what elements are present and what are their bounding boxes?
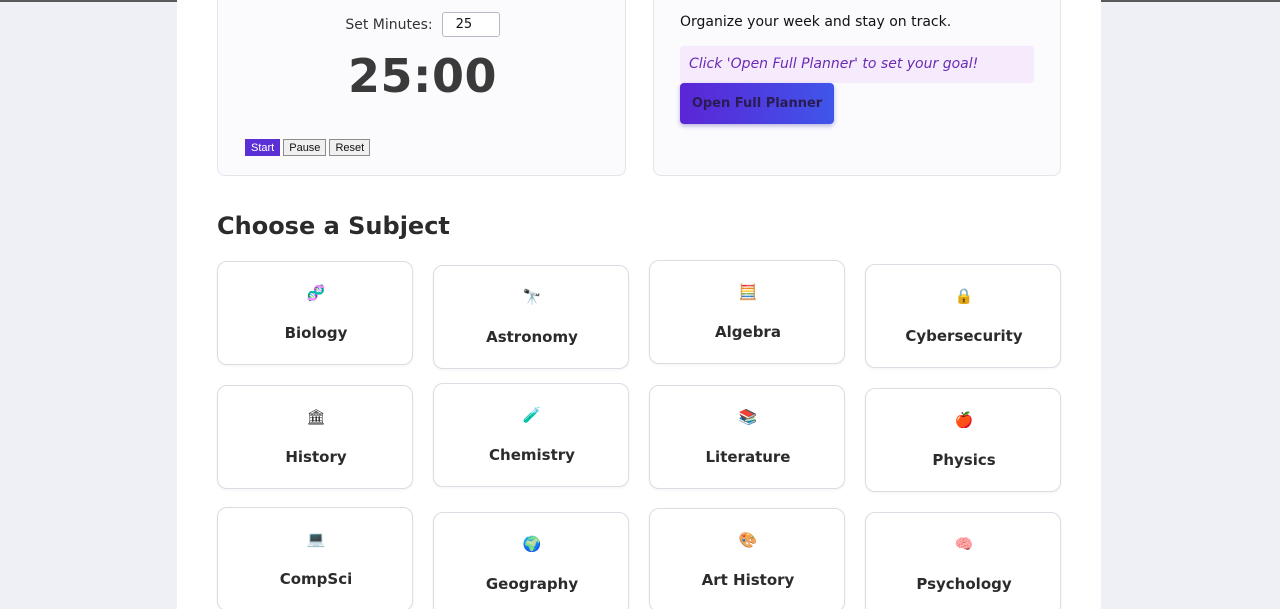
subject-card-history[interactable]: 🏛 History: [217, 385, 413, 489]
subject-name: Cybersecurity: [905, 327, 1023, 345]
subject-name: History: [285, 448, 347, 466]
palette-icon: 🎨: [738, 531, 758, 549]
subject-card-biology[interactable]: 🧬 Biology: [217, 261, 413, 365]
subject-card-cybersecurity[interactable]: 🔒 Cybersecurity: [865, 264, 1061, 368]
test-tube-icon: 🧪: [522, 406, 542, 424]
laptop-icon: 💻: [306, 530, 326, 548]
classical-building-icon: 🏛: [306, 408, 326, 426]
subject-card-literature[interactable]: 📚 Literature: [649, 385, 845, 489]
subject-card-psychology[interactable]: 🧠 Psychology: [865, 512, 1061, 609]
pause-button[interactable]: Pause: [283, 139, 327, 156]
minutes-input[interactable]: [441, 12, 500, 37]
subject-name: Biology: [284, 324, 348, 342]
subject-card-geography[interactable]: 🌍 Geography: [433, 512, 629, 609]
brain-icon: 🧠: [954, 535, 974, 553]
subject-card-chemistry[interactable]: 🧪 Chemistry: [433, 383, 629, 487]
globe-icon: 🌍: [522, 535, 542, 553]
open-full-planner-button[interactable]: Open Full Planner: [680, 83, 834, 124]
planner-description: Organize your week and stay on track.: [680, 14, 952, 30]
subject-name: Literature: [705, 448, 791, 466]
planner-card: Organize your week and stay on track. Cl…: [653, 0, 1061, 176]
lock-icon: 🔒: [954, 287, 974, 305]
subject-name: Art History: [701, 571, 795, 589]
set-minutes-row: Set Minutes:: [218, 12, 627, 37]
abacus-icon: 🧮: [738, 283, 758, 301]
subject-name: Geography: [485, 575, 579, 593]
start-button[interactable]: Start: [245, 139, 281, 156]
subject-name: Algebra: [715, 323, 781, 341]
set-minutes-label: Set Minutes:: [345, 16, 433, 33]
subject-card-physics[interactable]: 🍎 Physics: [865, 388, 1061, 492]
timer-controls: Start Pause Reset: [245, 139, 371, 156]
books-icon: 📚: [738, 408, 758, 426]
pomodoro-timer-card: Set Minutes: 25:00 Start Pause Reset: [217, 0, 626, 176]
subject-name: Chemistry: [489, 446, 575, 464]
subject-card-astronomy[interactable]: 🔭 Astronomy: [433, 265, 629, 369]
subject-card-algebra[interactable]: 🧮 Algebra: [649, 260, 845, 364]
main-content: Set Minutes: 25:00 Start Pause Reset Org…: [177, 0, 1101, 609]
subject-name: Physics: [932, 451, 996, 469]
timer-display: 25:00: [348, 49, 497, 103]
subject-card-art-history[interactable]: 🎨 Art History: [649, 508, 845, 609]
subject-name: Psychology: [916, 575, 1012, 593]
subject-name: Astronomy: [486, 328, 578, 346]
reset-button[interactable]: Reset: [329, 139, 371, 156]
subject-card-compsci[interactable]: 💻 CompSci: [217, 507, 413, 609]
subject-name: CompSci: [279, 570, 353, 588]
telescope-icon: 🔭: [522, 288, 542, 306]
apple-icon: 🍎: [954, 411, 974, 429]
planner-goal-note: Click 'Open Full Planner' to set your go…: [680, 46, 1034, 83]
section-title: Choose a Subject: [217, 212, 450, 240]
dna-icon: 🧬: [306, 284, 326, 302]
